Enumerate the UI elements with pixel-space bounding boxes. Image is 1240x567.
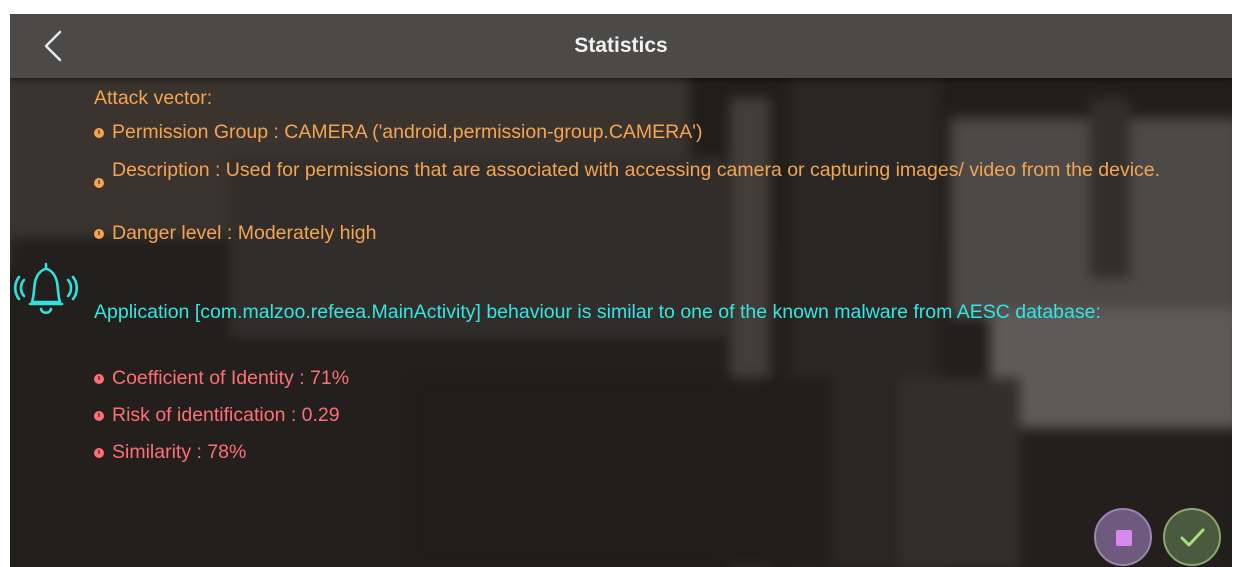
risk-of-identification-text: Risk of identification : 0.29 [112, 404, 340, 426]
similarity-text: Similarity : 78% [112, 441, 247, 463]
bullet-icon [94, 178, 104, 188]
app-bar: Statistics [10, 14, 1232, 78]
list-item: Risk of identification : 0.29 [94, 403, 1094, 428]
page-title: Statistics [574, 34, 668, 57]
ringing-bell-icon [13, 262, 79, 315]
malware-similarity-message: Application [com.malzoo.refeea.MainActiv… [94, 301, 1101, 323]
app-screen: Statistics Attack vector: Permission Gro… [10, 14, 1232, 567]
bullet-icon [94, 229, 104, 239]
statistics-content: Attack vector: Permission Group : CAMERA… [10, 78, 1232, 567]
list-item: Coefficient of Identity : 71% [94, 366, 1094, 391]
list-item: Permission Group : CAMERA ('android.perm… [94, 120, 1214, 145]
bullet-icon [94, 128, 104, 138]
bullet-icon [94, 448, 104, 458]
list-item: Similarity : 78% [94, 440, 1094, 465]
checkmark-icon [1180, 528, 1205, 547]
list-item: Description : Used for permissions that … [94, 158, 1194, 188]
list-item: Danger level : Moderately high [94, 221, 1214, 246]
danger-level-text: Danger level : Moderately high [112, 222, 377, 244]
attack-vector-heading: Attack vector: [94, 87, 213, 109]
stop-button[interactable] [1094, 508, 1152, 566]
confirm-button[interactable] [1163, 508, 1221, 566]
stop-square-icon [1116, 530, 1132, 546]
bullet-icon [94, 411, 104, 421]
coefficient-of-identity-text: Coefficient of Identity : 71% [112, 367, 350, 389]
description-text: Description : Used for permissions that … [112, 159, 1161, 181]
bullet-icon [94, 374, 104, 384]
permission-group-text: Permission Group : CAMERA ('android.perm… [112, 121, 703, 143]
